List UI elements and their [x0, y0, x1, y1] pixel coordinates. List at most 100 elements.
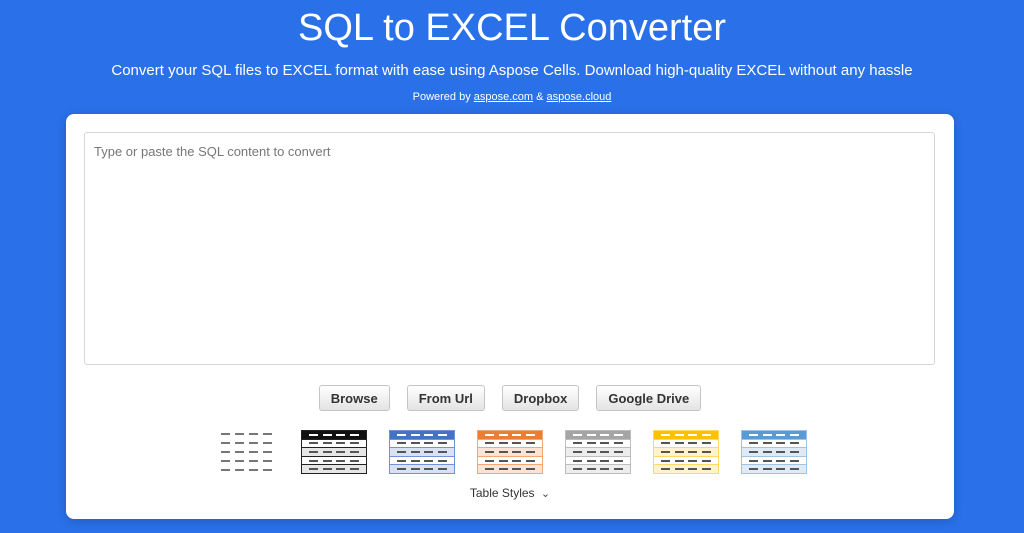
table-style-cell: [234, 468, 244, 471]
table-style-cell: [613, 468, 623, 471]
table-style-row: [302, 447, 366, 456]
table-style-cell: [674, 450, 684, 453]
table-style-cell: [749, 459, 759, 462]
table-style-cell: [573, 459, 583, 462]
table-style-row: [302, 464, 366, 473]
table-style-cell: [234, 450, 244, 453]
table-style-row: [302, 438, 366, 448]
table-style-cell: [613, 442, 623, 445]
table-style-row: [390, 431, 454, 439]
sql-input[interactable]: [84, 132, 935, 365]
table-style-cell: [437, 433, 447, 436]
table-styles-toggle[interactable]: Table Styles ⌄: [66, 486, 954, 500]
table-style-lightblue[interactable]: [741, 430, 807, 474]
table-style-cell: [248, 450, 258, 453]
table-style-cell: [424, 433, 434, 436]
table-style-cell: [485, 450, 495, 453]
table-style-cell: [262, 459, 272, 462]
table-style-gold[interactable]: [653, 430, 719, 474]
table-style-cell: [674, 433, 684, 436]
table-style-row: [213, 448, 279, 457]
table-style-cell: [234, 459, 244, 462]
table-style-cell: [234, 442, 244, 445]
table-style-picker: [66, 430, 954, 474]
table-style-cell: [498, 442, 508, 445]
source-buttons: Browse From Url Dropbox Google Drive: [66, 385, 954, 411]
google-drive-button[interactable]: Google Drive: [596, 385, 702, 411]
table-style-cell: [498, 433, 508, 436]
table-style-cell: [262, 433, 272, 436]
table-style-row: [302, 455, 366, 465]
table-style-cell: [600, 459, 610, 462]
table-style-cell: [776, 468, 786, 471]
table-style-cell: [262, 468, 272, 471]
table-style-row: [390, 464, 454, 473]
table-style-cell: [688, 459, 698, 462]
table-style-cell: [525, 468, 535, 471]
dropbox-button[interactable]: Dropbox: [501, 385, 580, 411]
aspose-cloud-link[interactable]: aspose.cloud: [547, 91, 612, 103]
table-style-cell: [749, 433, 759, 436]
table-style-cell: [789, 433, 799, 436]
table-style-row: [478, 464, 542, 473]
table-style-cell: [322, 433, 332, 436]
table-style-cell: [586, 468, 596, 471]
table-style-cell: [586, 433, 596, 436]
table-style-cell: [309, 442, 319, 445]
table-style-cell: [410, 433, 420, 436]
table-style-cell: [498, 468, 508, 471]
table-styles-label: Table Styles: [469, 486, 535, 500]
table-style-cell: [397, 468, 407, 471]
table-style-row: [742, 464, 806, 473]
from-url-button[interactable]: From Url: [406, 385, 485, 411]
table-style-cell: [600, 433, 610, 436]
page-title: SQL to EXCEL Converter: [297, 7, 727, 49]
table-style-row: [213, 456, 279, 465]
table-style-row: [478, 455, 542, 465]
table-style-cell: [776, 450, 786, 453]
table-style-cell: [220, 459, 230, 462]
table-style-row: [654, 447, 718, 456]
table-style-cell: [485, 442, 495, 445]
table-style-row: [566, 447, 630, 456]
table-style-cell: [309, 450, 319, 453]
table-style-cell: [248, 459, 258, 462]
table-style-cell: [688, 433, 698, 436]
table-style-cell: [437, 468, 447, 471]
table-style-orange[interactable]: [477, 430, 543, 474]
table-style-row: [213, 430, 279, 439]
table-style-cell: [674, 442, 684, 445]
table-style-cell: [701, 433, 711, 436]
aspose-com-link[interactable]: aspose.com: [474, 91, 533, 103]
table-style-cell: [512, 433, 522, 436]
table-style-gray[interactable]: [565, 430, 631, 474]
table-style-cell: [424, 459, 434, 462]
table-style-cell: [600, 468, 610, 471]
table-style-black[interactable]: [301, 430, 367, 474]
table-style-cell: [701, 450, 711, 453]
browse-button[interactable]: Browse: [318, 385, 390, 411]
table-style-cell: [789, 442, 799, 445]
table-style-cell: [322, 468, 332, 471]
table-style-row: [654, 438, 718, 448]
table-style-cell: [749, 468, 759, 471]
table-style-cell: [336, 433, 346, 436]
table-style-blue[interactable]: [389, 430, 455, 474]
table-style-cell: [349, 459, 359, 462]
table-style-cell: [437, 442, 447, 445]
table-style-cell: [485, 468, 495, 471]
table-style-cell: [349, 433, 359, 436]
table-style-cell: [525, 442, 535, 445]
table-style-cell: [573, 442, 583, 445]
table-style-row: [390, 447, 454, 456]
table-style-cell: [410, 459, 420, 462]
table-style-cell: [322, 459, 332, 462]
table-style-cell: [498, 459, 508, 462]
table-style-cell: [322, 442, 332, 445]
table-style-cell: [762, 468, 772, 471]
table-style-cell: [512, 468, 522, 471]
table-style-cell: [688, 468, 698, 471]
table-style-none[interactable]: [213, 430, 279, 474]
table-style-cell: [512, 450, 522, 453]
table-style-cell: [573, 450, 583, 453]
